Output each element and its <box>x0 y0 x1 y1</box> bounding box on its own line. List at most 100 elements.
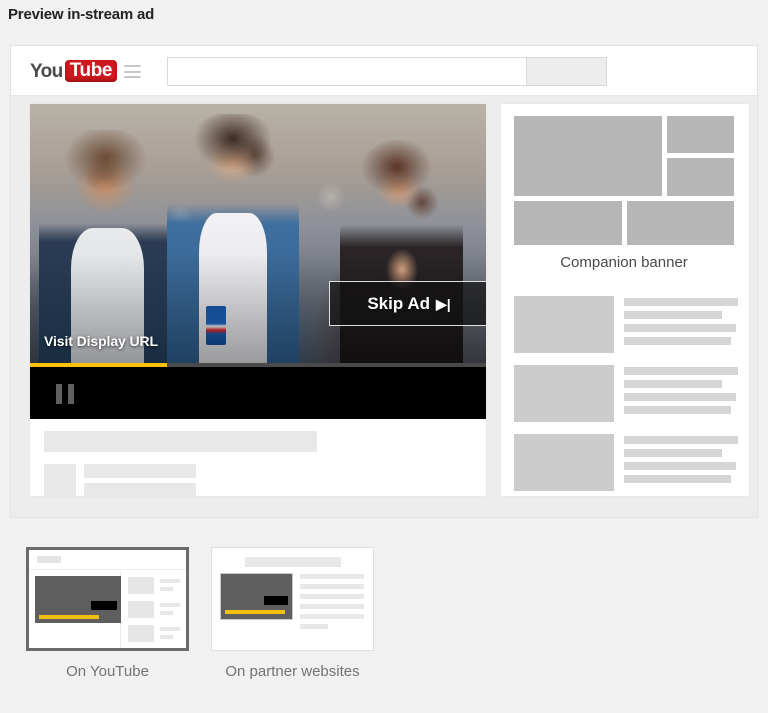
video-title-placeholder <box>44 431 317 452</box>
mini-thumbnail <box>128 577 154 594</box>
text-line <box>624 311 723 319</box>
suggested-thumbnail <box>514 365 614 422</box>
list-item[interactable] <box>514 365 738 422</box>
sidebar-column: Companion banner <box>500 103 750 497</box>
watch-column: Visit Display URL Skip Ad ▶| <box>29 103 487 497</box>
companion-banner-row-bottom <box>514 201 734 245</box>
text-line <box>624 449 723 457</box>
text-line <box>300 604 364 609</box>
mini-progress-bar <box>225 610 285 614</box>
text-line <box>160 611 174 615</box>
mini-video <box>220 573 293 620</box>
suggested-text-lines <box>624 434 738 491</box>
list-item[interactable] <box>514 296 738 353</box>
video-player[interactable]: Visit Display URL Skip Ad ▶| <box>30 104 486 363</box>
search-bar[interactable] <box>167 57 607 86</box>
thumbnail-on-partner-websites-label: On partner websites <box>225 663 360 680</box>
hamburger-line <box>124 70 141 73</box>
banner-block-large <box>514 116 662 196</box>
list-item[interactable] <box>514 434 738 491</box>
text-line <box>624 367 738 375</box>
text-line <box>300 594 364 599</box>
player-control-bar <box>30 367 486 419</box>
text-line <box>624 393 736 401</box>
mini-text-lines <box>160 601 180 618</box>
text-line <box>624 324 736 332</box>
skip-ad-label: Skip Ad <box>367 293 430 313</box>
preview-page: Preview in-stream ad You Tube Visit Disp… <box>0 0 768 713</box>
youtube-logo-you: You <box>30 60 63 82</box>
channel-avatar-placeholder <box>44 464 76 497</box>
mini-thumbnail <box>128 601 154 618</box>
text-line <box>160 627 180 631</box>
suggested-videos-list <box>514 296 738 503</box>
mini-youtube-header <box>29 550 186 570</box>
mini-partner-header <box>245 557 341 567</box>
channel-sub-placeholder <box>84 483 196 497</box>
skip-ad-button[interactable]: Skip Ad ▶| <box>329 281 486 326</box>
hamburger-icon[interactable] <box>124 65 141 78</box>
suggested-text-lines <box>624 365 738 422</box>
youtube-body: Visit Display URL Skip Ad ▶| Companion b… <box>11 97 757 517</box>
mini-thumbnail <box>128 625 154 642</box>
mini-youtube-body <box>29 571 186 648</box>
thumbnail-on-partner-websites[interactable]: On partner websites <box>211 547 374 683</box>
banner-block-top-right <box>667 116 734 153</box>
search-button[interactable] <box>526 58 606 85</box>
pause-bar <box>68 384 74 404</box>
text-line <box>624 436 738 444</box>
mini-youtube-logo <box>37 556 61 563</box>
mini-text-lines <box>160 625 180 642</box>
youtube-logo-tube: Tube <box>64 60 118 82</box>
page-title: Preview in-stream ad <box>8 6 155 23</box>
skip-forward-icon: ▶| <box>435 295 451 312</box>
placement-thumbnail-selector: On YouTube On partner websites <box>26 547 374 683</box>
banner-block-bottom-right <box>627 201 734 245</box>
companion-banner-right-stack <box>667 116 734 196</box>
pause-bar <box>56 384 62 404</box>
text-line <box>160 635 174 639</box>
banner-block-mid-right <box>667 158 734 196</box>
text-line <box>624 475 732 483</box>
text-line <box>624 380 723 388</box>
banner-block-bottom-left <box>514 201 622 245</box>
text-line <box>300 624 329 629</box>
mini-skip-ad-button <box>91 601 117 610</box>
text-line <box>624 462 736 470</box>
companion-banner-caption: Companion banner <box>560 254 688 271</box>
mini-list-item <box>128 601 180 618</box>
text-line <box>300 584 364 589</box>
ad-preview-panel: You Tube Visit Display URL Skip Ad ▶| Co… <box>10 45 758 518</box>
suggested-thumbnail <box>514 434 614 491</box>
text-line <box>624 298 738 306</box>
thumbnail-on-youtube-preview[interactable] <box>26 547 189 651</box>
search-input[interactable] <box>168 58 526 85</box>
text-line <box>160 587 174 591</box>
text-line <box>160 579 180 583</box>
text-line <box>300 614 364 619</box>
companion-banner-row-top <box>514 116 734 196</box>
mini-list-item <box>128 577 180 594</box>
mini-list-item <box>128 625 180 642</box>
text-line <box>160 603 180 607</box>
video-meta <box>30 419 486 497</box>
display-url-overlay[interactable]: Visit Display URL <box>44 333 158 349</box>
mini-text-lines <box>160 577 180 594</box>
hamburger-line <box>124 65 141 67</box>
hamburger-line <box>124 76 141 78</box>
thumbnail-on-youtube-label: On YouTube <box>66 663 149 680</box>
mini-watch-area <box>29 571 121 648</box>
text-line <box>300 574 364 579</box>
pause-icon[interactable] <box>56 384 74 404</box>
suggested-text-lines <box>624 296 738 353</box>
mini-sidebar <box>121 571 186 648</box>
thumbnail-on-youtube[interactable]: On YouTube <box>26 547 189 683</box>
thumbnail-on-partner-websites-preview[interactable] <box>211 547 374 651</box>
mini-text-lines <box>300 574 364 629</box>
companion-banner[interactable]: Companion banner <box>514 116 734 271</box>
mini-skip-ad-button <box>264 596 288 605</box>
mini-progress-bar <box>39 615 99 619</box>
text-line <box>624 337 732 345</box>
mini-video <box>35 576 121 623</box>
youtube-logo[interactable]: You Tube <box>30 60 118 82</box>
